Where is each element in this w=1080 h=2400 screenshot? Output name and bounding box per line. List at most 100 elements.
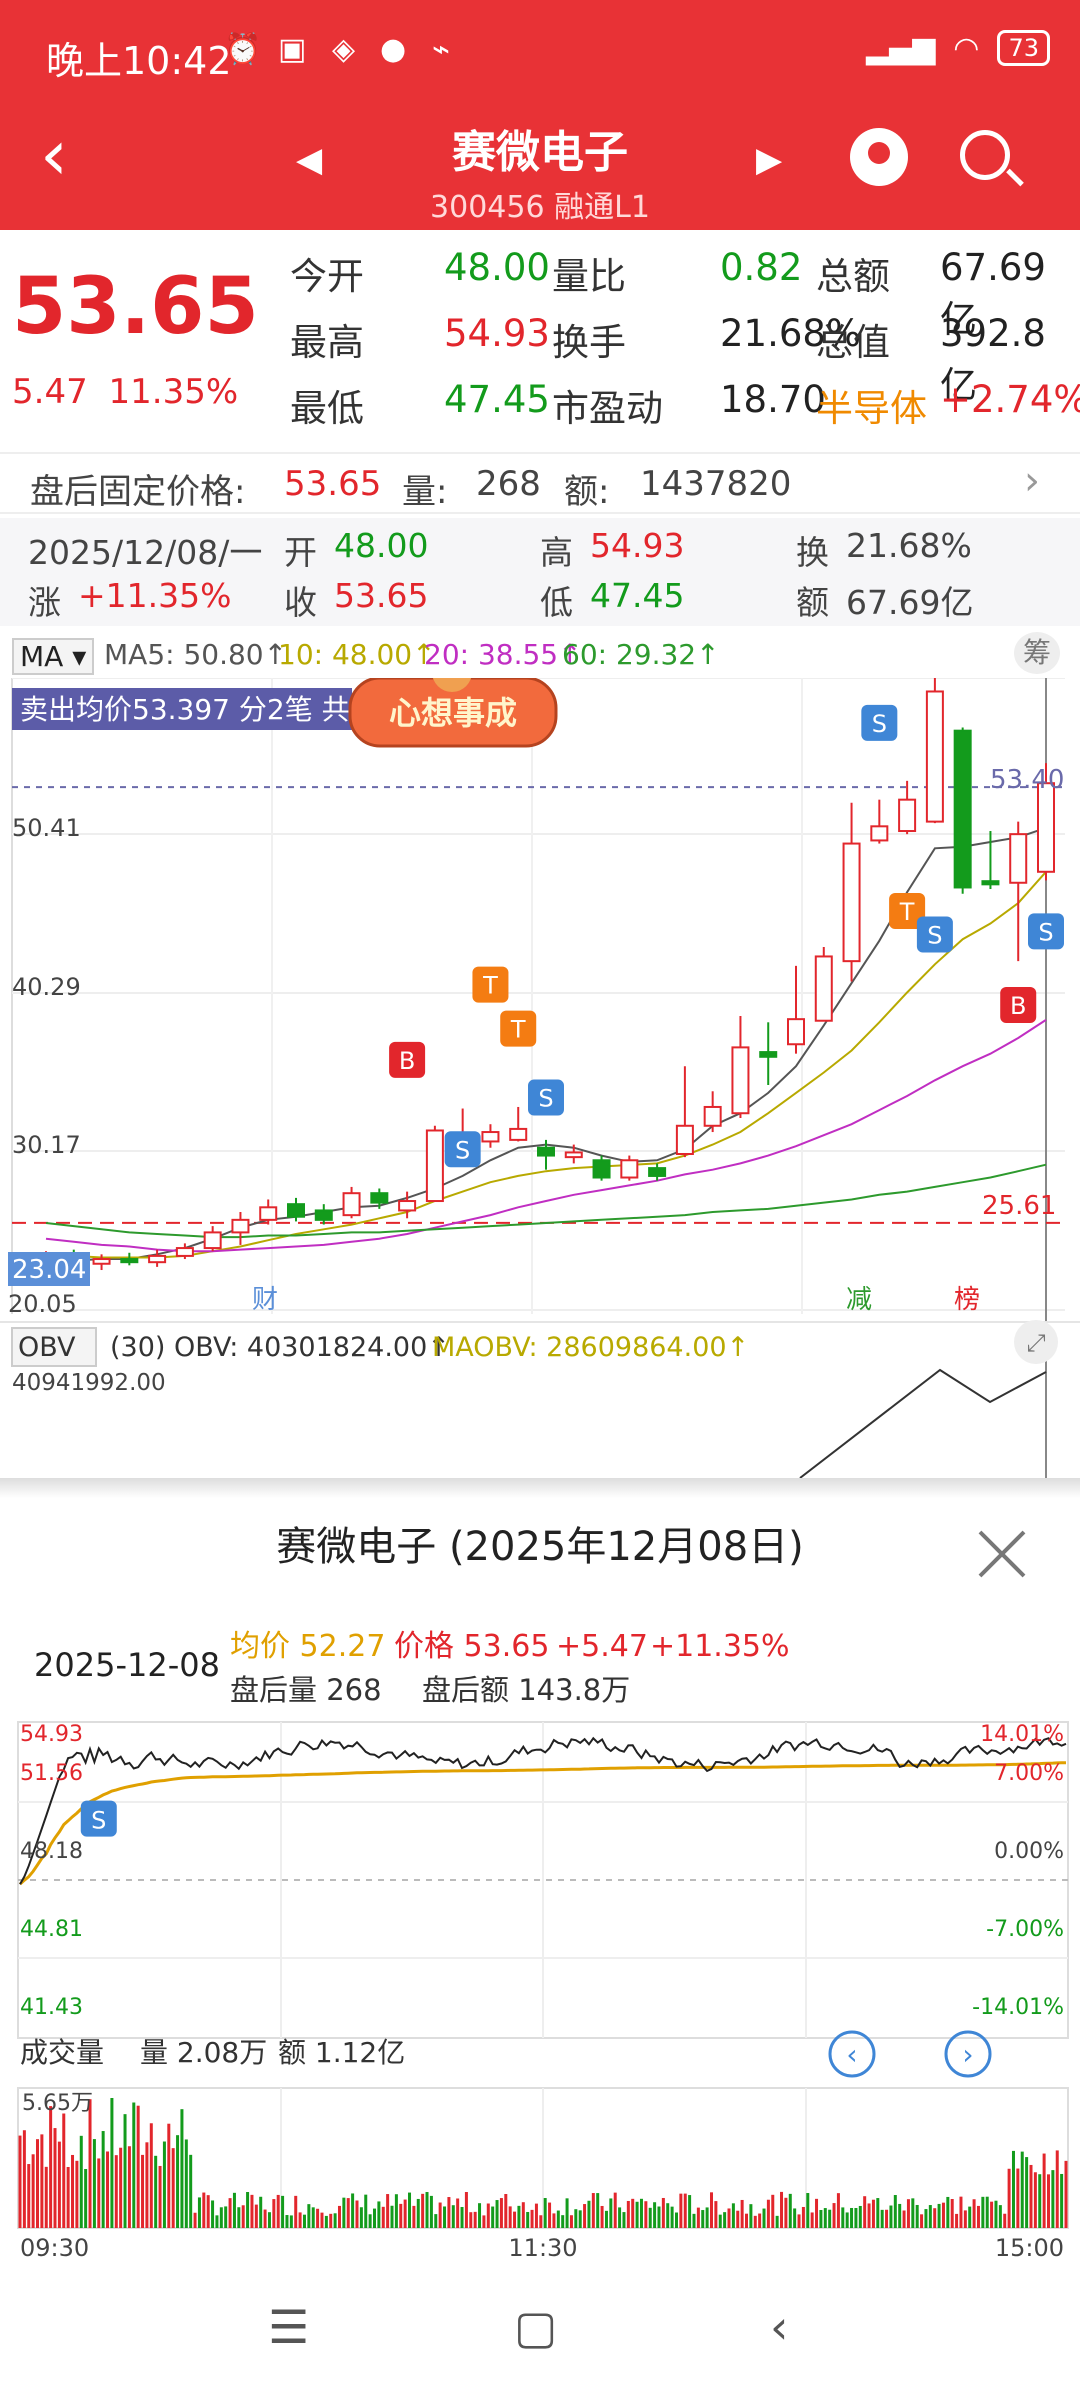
candle-body[interactable] xyxy=(675,1124,694,1155)
volume-value: 量 2.08万 xyxy=(140,2036,267,2069)
volume-bar xyxy=(162,2141,166,2228)
candle-body[interactable] xyxy=(703,1105,722,1127)
volume-bar xyxy=(127,2146,131,2228)
signal-sell-intraday[interactable]: S xyxy=(80,1800,117,1837)
volume-bar xyxy=(202,2192,206,2228)
candle-body[interactable] xyxy=(92,1258,111,1265)
signal-sell-1[interactable]: S xyxy=(444,1131,481,1168)
menu-icon[interactable]: ☰ xyxy=(268,2300,309,2354)
search-icon[interactable] xyxy=(960,130,1010,180)
dashed-level-label: 53.40 xyxy=(990,765,1064,795)
candle-body[interactable] xyxy=(537,1146,555,1157)
candle-body[interactable] xyxy=(481,1131,500,1143)
volume-bar xyxy=(530,2209,534,2228)
candle-body[interactable] xyxy=(342,1192,361,1217)
after-hours-amt: 1437820 xyxy=(640,464,792,504)
next-stock-icon[interactable]: ▶ xyxy=(756,140,782,180)
volume-bar xyxy=(145,2142,149,2228)
volume-bar xyxy=(368,2214,372,2228)
candle-body[interactable] xyxy=(620,1159,639,1179)
signal-sell-5[interactable]: S xyxy=(861,704,898,741)
volume-bar xyxy=(429,2195,433,2228)
candle-body[interactable] xyxy=(925,690,944,823)
high-value: 54.93 xyxy=(590,526,685,565)
volume-bar xyxy=(333,2213,337,2228)
volume-bar xyxy=(863,2196,867,2228)
candle-body[interactable] xyxy=(509,1127,528,1141)
candle-body[interactable] xyxy=(370,1192,389,1204)
volume-bar xyxy=(609,2198,613,2228)
ma-legend: MA ▾ MA5: 50.80↑ 10: 48.00↑ 20: 38.55↑ 6… xyxy=(0,630,1080,678)
candle-body[interactable] xyxy=(814,955,833,1022)
volume-bar xyxy=(626,2200,630,2228)
candle-body[interactable] xyxy=(231,1218,250,1234)
volume-bar xyxy=(880,2209,884,2228)
signal-buy-0[interactable]: B xyxy=(389,1041,426,1078)
signal-buy-8[interactable]: B xyxy=(1000,987,1037,1024)
chevron-right-icon[interactable]: › xyxy=(1024,458,1040,504)
candle-body[interactable] xyxy=(648,1167,667,1177)
candle-body[interactable] xyxy=(1009,833,1028,884)
volume-bar xyxy=(657,2206,661,2228)
candle-body[interactable] xyxy=(898,798,917,833)
volume-bar xyxy=(79,2135,83,2228)
candle-body[interactable] xyxy=(1037,782,1055,873)
candle-body[interactable] xyxy=(981,880,1000,886)
candle-body[interactable] xyxy=(203,1231,222,1250)
signal-t-2[interactable]: T xyxy=(472,966,509,1003)
volume-bar xyxy=(329,2213,333,2228)
volume-bar xyxy=(49,2106,53,2228)
candle-body[interactable] xyxy=(175,1247,194,1257)
volume-bar xyxy=(1046,2174,1050,2228)
svg-text:T: T xyxy=(510,1016,526,1044)
intraday-title: 赛微电子 (2025年12月08日) xyxy=(276,1524,804,1570)
candle-body[interactable] xyxy=(759,1051,778,1058)
assistant-icon[interactable] xyxy=(850,128,908,186)
signal-sell-3[interactable]: S xyxy=(528,1079,564,1116)
obv-selector-text: OBV xyxy=(18,1332,76,1363)
volume-bar xyxy=(823,2208,827,2228)
candle-body[interactable] xyxy=(592,1159,611,1179)
volume-bar xyxy=(928,2205,932,2228)
marker-jian[interactable]: 减 xyxy=(846,1285,872,1315)
kline-chart[interactable]: 卖出均价53.397 分2笔 共 心想事成 BSTSTSTSBS 50.41 4… xyxy=(0,678,1080,1478)
candle-body[interactable] xyxy=(314,1209,333,1221)
candle-body[interactable] xyxy=(287,1203,305,1218)
candle-body[interactable] xyxy=(842,842,861,963)
volume-title: 成交量 xyxy=(20,2036,104,2069)
signal-sell-9[interactable]: S xyxy=(1028,913,1064,950)
volume-bar xyxy=(176,2135,180,2228)
chip-button[interactable]: 筹 xyxy=(1014,632,1060,674)
volume-bar xyxy=(513,2211,517,2228)
volume-bar xyxy=(302,2214,306,2228)
candle-body[interactable] xyxy=(564,1151,583,1159)
back-icon[interactable]: ‹ xyxy=(770,2300,788,2354)
kline-info-box: 2025/12/08/一 开 48.00 高 54.93 换 21.68% 涨 … xyxy=(0,518,1080,626)
close-icon[interactable] xyxy=(978,1530,1026,1578)
candle-body[interactable] xyxy=(731,1046,750,1115)
candle-body[interactable] xyxy=(870,825,889,842)
signal-t-4[interactable]: T xyxy=(500,1010,537,1047)
volume-bar xyxy=(727,2208,731,2228)
signal-sell-7[interactable]: S xyxy=(916,916,953,953)
candle-body[interactable] xyxy=(787,1018,805,1046)
candle-body[interactable] xyxy=(953,729,972,889)
volume-bar xyxy=(486,2203,490,2228)
volume-bar xyxy=(661,2197,665,2228)
volume-bar xyxy=(639,2198,643,2228)
candle-body[interactable] xyxy=(425,1129,444,1203)
alarm-icon: ⏰ xyxy=(224,32,262,67)
home-icon[interactable]: ▢ xyxy=(514,2300,557,2354)
volume-bar xyxy=(885,2209,889,2228)
candle-body[interactable] xyxy=(398,1200,417,1212)
candle-body[interactable] xyxy=(259,1206,278,1221)
marker-bang[interactable]: 榜 xyxy=(954,1285,980,1315)
after-hours-row[interactable]: 盘后固定价格: 53.65 量: 268 额: 1437820 › xyxy=(0,452,1080,514)
candle-body[interactable] xyxy=(148,1254,167,1264)
marker-cai[interactable]: 财 xyxy=(252,1285,278,1315)
chevron-left-icon: ‹ xyxy=(846,2038,857,2071)
candle-body[interactable] xyxy=(120,1258,139,1264)
volume-bar xyxy=(1020,2151,1024,2228)
volume-bar xyxy=(206,2195,210,2228)
ma-selector[interactable]: MA ▾ xyxy=(12,638,95,675)
